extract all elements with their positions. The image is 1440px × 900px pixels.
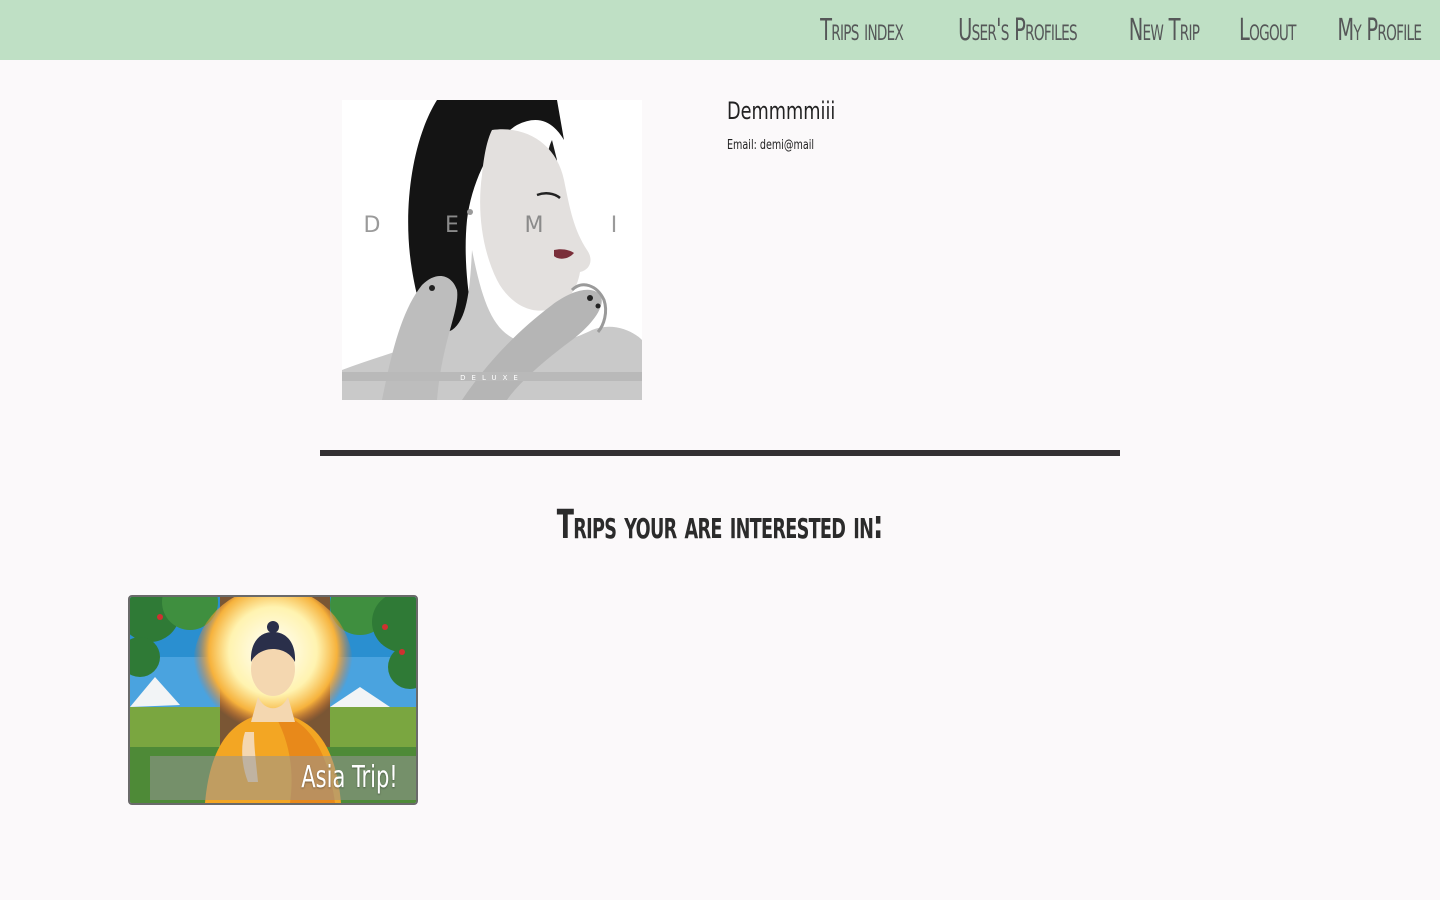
nav-logout[interactable]: Logout (1239, 13, 1296, 48)
avatar-illustration (342, 100, 642, 400)
interested-trips-heading: Trips your are interested in: (0, 502, 1440, 548)
nav-my-profile-label: My Profile (1337, 12, 1423, 48)
avatar-banner-text: DELUXE (460, 374, 524, 382)
interested-trips-heading-text: Trips your are interested in: (557, 502, 883, 548)
avatar-banner: DELUXE (460, 374, 524, 382)
avatar-letters: D E M I (364, 213, 618, 238)
avatar-letter: M (525, 213, 544, 238)
nav-users-profiles[interactable]: User's Profiles (958, 13, 1077, 48)
nav-new-trip[interactable]: New Trip (1128, 13, 1199, 48)
profile-name: Demmmmiii (727, 97, 836, 125)
nav-trips-index-label: Trips index (820, 12, 905, 48)
trip-card[interactable]: Asia Trip! (128, 595, 418, 805)
avatar-letter: I (611, 213, 618, 238)
nav-users-profiles-label: User's Profiles (957, 12, 1077, 48)
nav-logout-label: Logout (1238, 12, 1296, 48)
profile-email: Email: demi@mail (727, 138, 815, 153)
section-divider (320, 450, 1120, 456)
trip-card-title: Asia Trip! (301, 760, 398, 795)
profile-avatar: D E M I DELUXE (342, 100, 642, 400)
top-navbar: Trips index User's Profiles New Trip Log… (0, 0, 1440, 60)
main-nav: Trips index User's Profiles New Trip Log… (804, 0, 1438, 60)
nav-my-profile[interactable]: My Profile (1337, 12, 1423, 48)
nav-trips-index[interactable]: Trips index (820, 12, 905, 48)
trip-card-caption: Asia Trip! (150, 756, 416, 800)
avatar-letter: D (364, 213, 381, 238)
avatar-letter: E (445, 213, 459, 238)
nav-new-trip-label: New Trip (1128, 12, 1199, 48)
